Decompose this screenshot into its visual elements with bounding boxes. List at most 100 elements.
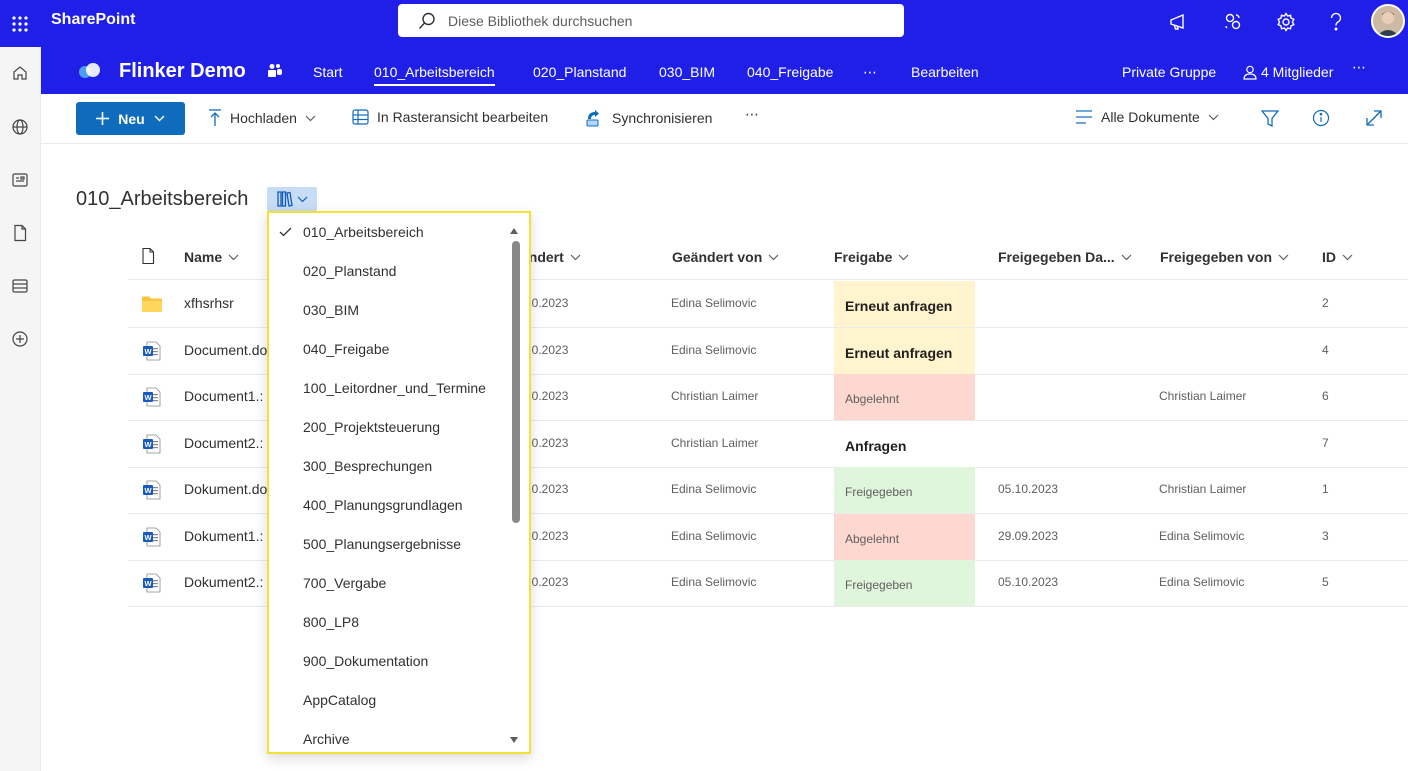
file-name-link[interactable]: Dokument.do bbox=[184, 481, 267, 497]
approval-status-badge: Erneut anfragen bbox=[834, 327, 975, 374]
column-name[interactable]: Name bbox=[184, 249, 239, 265]
modified-by-cell[interactable]: Edina Selimovic bbox=[671, 575, 756, 589]
sync-button[interactable]: Synchronisieren bbox=[584, 109, 712, 127]
library-option[interactable]: 040_Freigabe bbox=[303, 341, 389, 357]
left-app-bar bbox=[0, 47, 41, 771]
approval-status-badge: Freigegeben bbox=[834, 560, 975, 606]
column-modified-by[interactable]: Geändert von bbox=[672, 249, 779, 265]
library-option[interactable]: 100_Leitordner_und_Termine bbox=[303, 380, 486, 396]
site-logo-icon bbox=[77, 62, 103, 80]
file-name-link[interactable]: xfhsrhsr bbox=[184, 295, 234, 311]
nav-freigabe[interactable]: 040_Freigabe bbox=[747, 64, 833, 80]
modified-cell: 10.2023 bbox=[525, 296, 569, 310]
column-approval[interactable]: Freigabe bbox=[834, 249, 909, 265]
chevron-down-icon bbox=[297, 196, 308, 203]
library-option[interactable]: 900_Dokumentation bbox=[303, 653, 428, 669]
library-option[interactable]: Archive bbox=[303, 731, 350, 747]
header-more-button[interactable]: ⋯ bbox=[1352, 59, 1366, 76]
library-option[interactable]: 010_Arbeitsbereich bbox=[303, 224, 424, 240]
nav-more[interactable]: ⋯ bbox=[863, 64, 877, 81]
approved-by-cell[interactable]: Christian Laimer bbox=[1159, 389, 1246, 403]
checkmark-icon bbox=[279, 227, 292, 237]
modified-by-cell[interactable]: Christian Laimer bbox=[671, 436, 758, 450]
library-option[interactable]: 400_Planungsgrundlagen bbox=[303, 497, 463, 513]
file-name-link[interactable]: Document1.: bbox=[184, 388, 263, 404]
help-icon[interactable] bbox=[1322, 8, 1350, 36]
column-approved-by[interactable]: Freigegeben von bbox=[1160, 249, 1289, 265]
globe-icon[interactable] bbox=[6, 113, 34, 141]
library-option[interactable]: 200_Projektsteuerung bbox=[303, 419, 440, 435]
grid-edit-label: In Rasteransicht bearbeiten bbox=[377, 109, 549, 125]
connections-icon[interactable] bbox=[1219, 8, 1247, 36]
upload-button[interactable]: Hochladen bbox=[208, 109, 316, 127]
user-avatar[interactable] bbox=[1371, 4, 1405, 38]
expand-icon[interactable] bbox=[1365, 109, 1383, 127]
gear-icon[interactable] bbox=[1272, 8, 1300, 36]
dropdown-scroll-thumb[interactable] bbox=[512, 241, 520, 523]
approval-status-badge[interactable]: Anfragen bbox=[834, 421, 975, 467]
chevron-down-icon bbox=[305, 115, 316, 122]
command-bar: Neu Hochladen In Rasteransicht bearbeite… bbox=[41, 94, 1408, 144]
nav-bim[interactable]: 030_BIM bbox=[659, 64, 715, 80]
column-id[interactable]: ID bbox=[1322, 249, 1353, 265]
grid-edit-button[interactable]: In Rasteransicht bearbeiten bbox=[352, 109, 548, 125]
library-option[interactable]: 700_Vergabe bbox=[303, 575, 386, 591]
svg-text:W: W bbox=[144, 393, 152, 402]
word-icon: W bbox=[142, 480, 162, 500]
word-icon: W bbox=[142, 573, 162, 593]
nav-edit[interactable]: Bearbeiten bbox=[911, 64, 979, 80]
info-icon[interactable] bbox=[1312, 109, 1330, 127]
modified-by-cell[interactable]: Edina Selimovic bbox=[671, 296, 756, 310]
home-icon[interactable] bbox=[6, 59, 34, 87]
approved-by-cell[interactable]: Edina Selimovic bbox=[1159, 529, 1244, 543]
library-option[interactable]: 300_Besprechungen bbox=[303, 458, 432, 474]
list-icon[interactable] bbox=[6, 272, 34, 300]
modified-by-cell[interactable]: Edina Selimovic bbox=[671, 343, 756, 357]
approved-by-cell[interactable]: Edina Selimovic bbox=[1159, 575, 1244, 589]
file-icon[interactable] bbox=[6, 219, 34, 247]
file-name-link[interactable]: Document.do bbox=[184, 342, 267, 358]
sync-label: Synchronisieren bbox=[612, 110, 713, 126]
site-title[interactable]: Flinker Demo bbox=[119, 60, 246, 83]
library-option[interactable]: 020_Planstand bbox=[303, 263, 396, 279]
modified-by-cell[interactable]: Edina Selimovic bbox=[671, 529, 756, 543]
file-name-link[interactable]: Dokument1.: bbox=[184, 528, 263, 544]
library-switcher-dropdown: 010_Arbeitsbereich 020_Planstand 030_BIM 04… bbox=[267, 211, 531, 754]
nav-start[interactable]: Start bbox=[313, 64, 343, 80]
modified-by-cell[interactable]: Christian Laimer bbox=[671, 389, 758, 403]
library-option[interactable]: 030_BIM bbox=[303, 302, 359, 318]
file-name-link[interactable]: Document2.: bbox=[184, 435, 263, 451]
waffle-icon[interactable] bbox=[0, 0, 40, 47]
sync-icon bbox=[584, 109, 604, 127]
person-icon bbox=[1243, 65, 1257, 80]
teams-icon[interactable] bbox=[267, 63, 283, 77]
file-type-icon[interactable] bbox=[141, 247, 155, 265]
nav-arbeitsbereich[interactable]: 010_Arbeitsbereich bbox=[374, 64, 495, 86]
library-option[interactable]: 500_Planungsergebnisse bbox=[303, 536, 461, 552]
new-button[interactable]: Neu bbox=[76, 102, 185, 135]
filter-icon[interactable] bbox=[1261, 110, 1279, 127]
search-box[interactable]: Diese Bibliothek durchsuchen bbox=[398, 4, 904, 37]
more-commands-button[interactable]: ⋯ bbox=[745, 106, 761, 123]
library-option[interactable]: 800_LP8 bbox=[303, 614, 359, 630]
column-approved-date-label: Freigegeben Da... bbox=[998, 249, 1115, 265]
library-switcher-button[interactable] bbox=[267, 187, 317, 211]
modified-by-cell[interactable]: Edina Selimovic bbox=[671, 482, 756, 496]
news-icon[interactable] bbox=[6, 166, 34, 194]
app-brand[interactable]: SharePoint bbox=[51, 11, 135, 29]
approved-by-cell[interactable]: Christian Laimer bbox=[1159, 482, 1246, 496]
library-option[interactable]: AppCatalog bbox=[303, 692, 376, 708]
add-circle-icon[interactable] bbox=[6, 325, 34, 353]
view-switcher[interactable]: Alle Dokumente bbox=[1075, 109, 1219, 125]
word-icon: W bbox=[142, 387, 162, 407]
upload-icon bbox=[208, 109, 222, 127]
file-name-link[interactable]: Dokument2.: bbox=[184, 574, 263, 590]
column-approved-date[interactable]: Freigegeben Da... bbox=[998, 249, 1132, 265]
svg-text:W: W bbox=[144, 440, 152, 449]
new-button-label: Neu bbox=[118, 110, 145, 127]
approval-status-badge: Abgelehnt bbox=[834, 513, 975, 560]
megaphone-icon[interactable] bbox=[1165, 8, 1193, 36]
nav-planstand[interactable]: 020_Planstand bbox=[533, 64, 626, 80]
members-button[interactable]: 4 Mitglieder bbox=[1243, 64, 1333, 80]
group-privacy: Private Gruppe bbox=[1122, 64, 1217, 80]
